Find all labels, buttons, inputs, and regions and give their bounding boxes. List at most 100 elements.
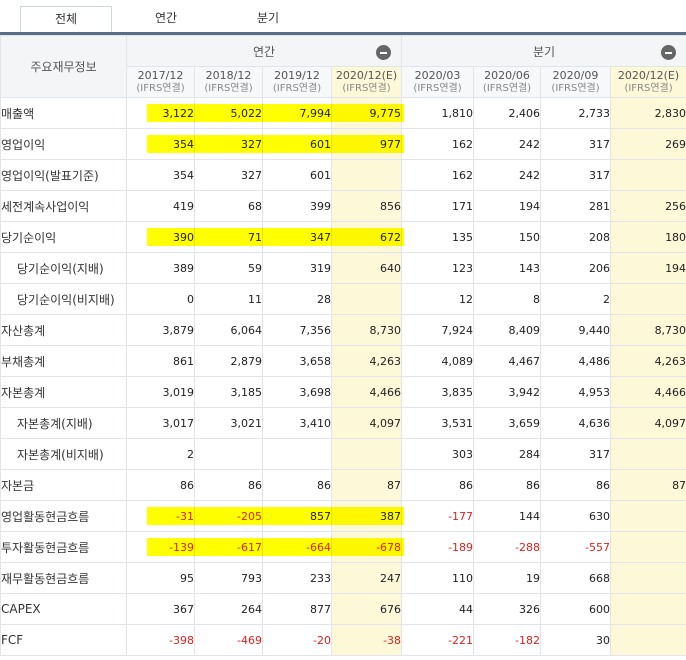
table-cell: 303 bbox=[401, 438, 475, 470]
table-cell: 2,733 bbox=[540, 97, 612, 129]
table-cell: 9,440 bbox=[540, 314, 612, 346]
row-label: 투자활동현금흐름 bbox=[0, 531, 127, 563]
cell-value: 5,022 bbox=[230, 106, 262, 120]
cell-value: 354 bbox=[173, 137, 194, 151]
table-cell: 7,356 bbox=[262, 314, 332, 346]
cell-value: 194 bbox=[665, 261, 686, 275]
row-label: FCF bbox=[0, 624, 127, 656]
table-cell: 877 bbox=[262, 593, 332, 625]
tab-annual[interactable]: 연간 bbox=[120, 6, 212, 32]
row-label: 자본총계 bbox=[0, 376, 127, 408]
table-cell: 256 bbox=[610, 190, 686, 222]
cell-value: 150 bbox=[519, 230, 541, 244]
table-cell: 87 bbox=[610, 469, 686, 501]
collapse-annual-icon[interactable] bbox=[376, 45, 392, 60]
cell-value: 19 bbox=[526, 571, 541, 585]
cell-value: 4,486 bbox=[578, 354, 611, 368]
cell-value: 317 bbox=[589, 447, 611, 461]
cell-value: 44 bbox=[459, 602, 474, 616]
table-row: CAPEX 367 264 877 676 44 326 600 bbox=[0, 593, 686, 625]
table-cell bbox=[610, 562, 686, 594]
row-label: 영업이익(발표기준) bbox=[0, 159, 127, 191]
cell-value: 86 bbox=[459, 478, 474, 492]
cell-value: 1,810 bbox=[441, 106, 474, 120]
cell-value: 123 bbox=[452, 261, 474, 275]
cell-value: 9,440 bbox=[578, 323, 611, 337]
table-cell: 793 bbox=[194, 562, 263, 594]
cell-value: -664 bbox=[306, 540, 331, 554]
cell-value: 3,410 bbox=[299, 416, 331, 430]
cell-value: 857 bbox=[310, 509, 331, 523]
cell-value: 208 bbox=[589, 230, 611, 244]
table-cell: 5,022 bbox=[194, 97, 263, 129]
cell-value: -189 bbox=[448, 540, 474, 554]
table-row: 자본총계(비지배) 2 303 284 317 bbox=[0, 438, 686, 470]
table-cell: -139 bbox=[126, 531, 195, 563]
collapse-quarterly-icon[interactable] bbox=[661, 45, 677, 60]
financial-summary-table: 주요재무정보 연간 분기 2017/12 (IFRS연결) 2018/12 (IFRS… bbox=[0, 35, 686, 656]
period-basis: (IFRS연결) bbox=[482, 83, 532, 94]
table-cell: 3,659 bbox=[473, 407, 542, 439]
table-cell: 8,730 bbox=[610, 314, 686, 346]
cell-value: -617 bbox=[237, 540, 262, 554]
period-header: 2020/06 (IFRS연결) bbox=[473, 66, 542, 98]
cell-value: 4,263 bbox=[654, 354, 686, 368]
table-cell: 4,466 bbox=[330, 376, 403, 408]
table-cell: 399 bbox=[262, 190, 332, 222]
cell-value: 68 bbox=[248, 199, 262, 213]
table-cell: 326 bbox=[473, 593, 542, 625]
cell-value: 3,122 bbox=[162, 106, 194, 120]
table-cell: 6,064 bbox=[194, 314, 263, 346]
table-cell bbox=[330, 159, 403, 191]
table-cell: 281 bbox=[540, 190, 612, 222]
cell-value: 9,775 bbox=[369, 106, 402, 120]
table-row: 부채총계 861 2,879 3,658 4,263 4,089 4,467 4,486 4,2… bbox=[0, 345, 686, 377]
table-cell: 327 bbox=[194, 128, 263, 160]
row-label: 재무활동현금흐름 bbox=[0, 562, 127, 594]
period-header: 2020/12(E) (IFRS연결) bbox=[610, 66, 686, 98]
period-basis: (IFRS연결) bbox=[136, 83, 185, 94]
table-cell: 86 bbox=[262, 469, 332, 501]
cell-value: 303 bbox=[452, 447, 474, 461]
cell-value: 281 bbox=[589, 199, 611, 213]
table-cell: 3,017 bbox=[126, 407, 195, 439]
table-cell: 86 bbox=[194, 469, 263, 501]
table-cell: 150 bbox=[473, 221, 542, 253]
table-row: 당기순이익(지배) 389 59 319 640 123 143 206 194 bbox=[0, 252, 686, 284]
cell-value: 4,089 bbox=[441, 354, 474, 368]
table-cell bbox=[610, 438, 686, 470]
cell-value: 0 bbox=[187, 292, 194, 306]
table-cell: 600 bbox=[540, 593, 612, 625]
cell-value: 8,730 bbox=[654, 323, 686, 337]
cell-value: 3,019 bbox=[162, 385, 194, 399]
cell-value: 601 bbox=[310, 168, 331, 182]
tab-all[interactable]: 전체 bbox=[20, 6, 112, 32]
table-row: 자산총계 3,879 6,064 7,356 8,730 7,924 8,409 9,440 8… bbox=[0, 314, 686, 346]
cell-value: 194 bbox=[519, 199, 541, 213]
period-basis: (IFRS연결) bbox=[413, 83, 462, 94]
cell-value: 877 bbox=[310, 602, 331, 616]
row-label: 영업활동현금흐름 bbox=[0, 500, 127, 532]
period-label: 2019/12 bbox=[274, 69, 320, 82]
table-cell: 3,835 bbox=[401, 376, 475, 408]
cell-value: 2 bbox=[603, 292, 611, 306]
cell-value: 8,730 bbox=[369, 323, 402, 337]
table-cell: -20 bbox=[262, 624, 332, 656]
table-row: 당기순이익 390 71 347 672 135 150 208 180 bbox=[0, 221, 686, 253]
tab-quarterly[interactable]: 분기 bbox=[222, 6, 314, 32]
cell-value: 162 bbox=[452, 168, 474, 182]
table-cell: 87 bbox=[330, 469, 403, 501]
header-annual: 연간 bbox=[125, 35, 403, 67]
table-cell: 12 bbox=[401, 283, 475, 315]
cell-value: 269 bbox=[665, 137, 686, 151]
cell-value: 2,406 bbox=[508, 106, 541, 120]
cell-value: 347 bbox=[310, 230, 331, 244]
cell-value: 30 bbox=[596, 633, 611, 647]
table-cell: -189 bbox=[401, 531, 475, 563]
cell-value: 676 bbox=[380, 602, 402, 616]
table-cell: -38 bbox=[330, 624, 403, 656]
table-cell: 317 bbox=[540, 438, 612, 470]
table-cell: 419 bbox=[126, 190, 195, 222]
cell-value: 630 bbox=[589, 509, 611, 523]
table-cell: 284 bbox=[473, 438, 542, 470]
